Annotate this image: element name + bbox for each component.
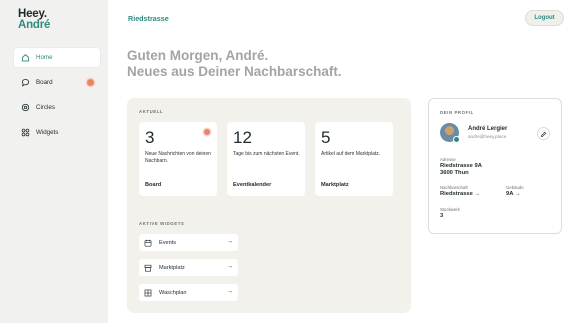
sidebar-item-circles[interactable]: Circles — [14, 98, 100, 117]
building-link[interactable]: 9A → — [506, 191, 521, 198]
widgets-icon — [21, 128, 30, 137]
card-description: Artikel auf dem Marktplatz. — [321, 151, 381, 157]
card-title: Board — [145, 182, 162, 188]
widget-events[interactable]: Events → — [139, 234, 238, 251]
card-board[interactable]: 3 Neue Nachrichten von deinen Nachbarn. … — [139, 122, 217, 196]
section-label-current: AKTUELL — [139, 109, 164, 114]
arrow-right-icon: → — [226, 263, 234, 270]
circles-icon — [21, 103, 30, 112]
notification-badge — [87, 79, 94, 86]
card-title: Marktplatz — [321, 182, 349, 188]
sidebar-item-board[interactable]: Board — [14, 73, 100, 92]
calendar-icon — [144, 239, 152, 247]
section-label-profile: DEIN PROFIL — [440, 110, 474, 115]
sidebar: Heey. André Home Board Circles Widgets — [0, 0, 108, 323]
main-content: Riedstrasse Logout Guten Morgen, André. … — [108, 0, 584, 323]
sidebar-item-widgets[interactable]: Widgets — [14, 123, 100, 142]
arrow-right-icon: → — [226, 288, 234, 295]
profile-name: André Lergier — [468, 126, 508, 132]
card-marktplatz[interactable]: 5 Artikel auf dem Marktplatz. Marktplatz — [315, 122, 393, 196]
neighborhood-value: Riedstrasse — [440, 191, 473, 197]
widget-label: Events — [159, 239, 177, 246]
sidebar-item-label: Widgets — [36, 129, 59, 136]
greeting-line1: Guten Morgen, André. — [127, 48, 269, 63]
profile-email: andre@heey.place — [468, 134, 507, 139]
card-description: Tage bis zum nächsten Event. — [233, 151, 300, 157]
address-label: Adresse — [440, 157, 456, 162]
card-description: Neue Nachrichten von deinen Nachbarn. — [145, 151, 211, 164]
page-title: Guten Morgen, André. Neues aus Deiner Na… — [127, 48, 342, 80]
sidebar-item-label: Board — [36, 79, 53, 86]
market-icon — [144, 264, 152, 272]
profile-card: DEIN PROFIL André Lergier andre@heey.pla… — [428, 98, 562, 234]
card-eventkalender[interactable]: 12 Tage bis zum nächsten Event. Eventkal… — [227, 122, 305, 196]
avatar[interactable] — [440, 123, 460, 143]
neighborhood-label: Nachbarschaft — [440, 185, 468, 190]
widget-waschplan[interactable]: Waschplan → — [139, 284, 238, 301]
neighborhood-link[interactable]: Riedstrasse → — [440, 191, 480, 198]
sidebar-item-label: Home — [36, 54, 53, 61]
breadcrumb[interactable]: Riedstrasse — [128, 14, 169, 23]
brand-line2: André — [18, 19, 51, 31]
greeting-line2: Neues aus Deiner Nachbarschaft. — [127, 64, 342, 79]
building-label: Gebäude — [506, 185, 524, 190]
card-title: Eventkalender — [233, 182, 272, 188]
address-line2: 3600 Thun — [440, 170, 469, 176]
brand-logo[interactable]: Heey. André — [18, 8, 51, 31]
arrow-right-icon: → — [226, 238, 234, 245]
building-value: 9A — [506, 191, 514, 197]
notification-badge — [204, 129, 210, 135]
widget-marktplatz[interactable]: Marktplatz → — [139, 259, 238, 276]
sidebar-nav: Home Board Circles Widgets — [14, 48, 100, 148]
widget-label: Marktplatz — [159, 264, 185, 271]
widget-label: Waschplan — [159, 289, 187, 296]
card-number: 5 — [321, 128, 331, 147]
pencil-icon — [540, 125, 547, 143]
arrow-right-icon: → — [514, 191, 521, 197]
overview-panel: AKTUELL 3 Neue Nachrichten von deinen Na… — [127, 98, 411, 313]
grid-icon — [144, 289, 152, 297]
home-icon — [21, 53, 30, 62]
arrow-right-icon: → — [474, 191, 481, 197]
floor-value: 3 — [440, 213, 444, 219]
floor-label: Stockwerk — [440, 207, 460, 212]
card-number: 12 — [233, 128, 252, 147]
chat-bubble-icon — [21, 78, 30, 87]
verified-icon — [453, 136, 460, 143]
sidebar-item-home[interactable]: Home — [14, 48, 100, 67]
sidebar-item-label: Circles — [36, 104, 55, 111]
logout-button[interactable]: Logout — [525, 10, 564, 26]
edit-profile-button[interactable] — [537, 127, 550, 140]
card-number: 3 — [145, 128, 155, 147]
section-label-widgets: AKTIVE WIDGETS — [139, 221, 185, 226]
